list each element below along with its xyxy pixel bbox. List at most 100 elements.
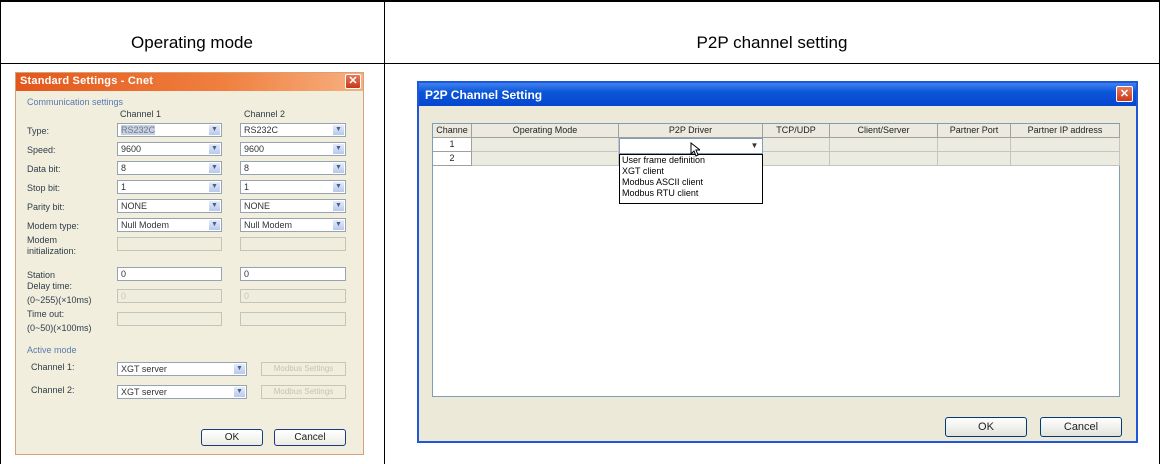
delay-label-2: (0~255)(×10ms) (27, 295, 92, 305)
p2p-channel-grid: Channe Operating Mode P2P Driver TCP/UDP… (432, 123, 1120, 397)
title-bar: P2P Channel Setting ✕ (419, 83, 1136, 106)
station-label: Station (27, 270, 56, 280)
ch1-modbus-settings-button[interactable]: Modbus Settings (261, 362, 346, 376)
column-header-tcp-udp: TCP/UDP (763, 124, 830, 138)
chevron-down-icon: ▼ (209, 125, 220, 135)
ch1-timeout-field[interactable] (117, 312, 222, 326)
active-ch1-label: Channel 1: (31, 362, 75, 372)
row2-client-server-cell[interactable] (830, 152, 938, 166)
chevron-down-icon: ▼ (209, 163, 220, 173)
ch2-modbus-settings-button[interactable]: Modbus Settings (261, 385, 346, 399)
modem-init-label-2: initialization: (27, 246, 77, 256)
ok-button[interactable]: OK (945, 417, 1027, 437)
chevron-down-icon: ▼ (234, 387, 245, 397)
speed-label: Speed: (27, 145, 56, 155)
timeout-label-2: (0~50)(×100ms) (27, 323, 92, 333)
table-border-left (0, 1, 1, 464)
column-header-client-server: Client/Server (830, 124, 938, 138)
row1-partner-ip-cell[interactable] (1011, 138, 1120, 152)
title-bar: Standard Settings - Cnet ✕ (16, 73, 363, 91)
ch1-speed-select[interactable]: 9600 ▼ (117, 142, 222, 156)
ch1-stop-bit-select[interactable]: 1 ▼ (117, 180, 222, 194)
ch2-modem-select[interactable]: Null Modem ▼ (240, 218, 346, 232)
ch2-timeout-field[interactable] (240, 312, 346, 326)
dropdown-option-modbus-ascii[interactable]: Modbus ASCII client (620, 177, 762, 188)
chevron-down-icon: ▼ (748, 140, 761, 152)
row2-operating-mode-cell[interactable] (472, 152, 619, 166)
ok-button[interactable]: OK (201, 429, 263, 446)
table-border-top (0, 1, 1160, 2)
ch2-modem-init-field[interactable] (240, 237, 346, 251)
row2-partner-port-cell[interactable] (938, 152, 1011, 166)
close-icon[interactable]: ✕ (1116, 86, 1133, 102)
mouse-cursor-icon (690, 142, 700, 157)
row1-operating-mode-cell[interactable] (472, 138, 619, 152)
chevron-down-icon: ▼ (209, 220, 220, 230)
active-ch2-select[interactable]: XGT server ▼ (117, 385, 247, 399)
ch1-modem-init-field[interactable] (117, 237, 222, 251)
row1-tcp-udp-cell[interactable] (763, 138, 830, 152)
row1-partner-port-cell[interactable] (938, 138, 1011, 152)
column-header-operating-mode: Operating Mode (472, 124, 619, 138)
ch2-type-select[interactable]: RS232C ▼ (240, 123, 346, 137)
header-p2p-channel-setting: P2P channel setting (696, 33, 848, 52)
timeout-label-1: Time out: (27, 309, 65, 319)
column-header-channel: Channe (433, 124, 472, 138)
header-operating-mode: Operating mode (131, 33, 253, 52)
active-ch1-select[interactable]: XGT server ▼ (117, 362, 247, 376)
row2-tcp-udp-cell[interactable] (763, 152, 830, 166)
ch1-type-select[interactable]: RS232C ▼ (117, 123, 222, 137)
ch1-modem-select[interactable]: Null Modem ▼ (117, 218, 222, 232)
parity-bit-label: Parity bit: (27, 202, 65, 212)
ch1-parity-select[interactable]: NONE ▼ (117, 199, 222, 213)
window-title: Standard Settings - Cnet (20, 75, 154, 87)
ch2-parity-select[interactable]: NONE ▼ (240, 199, 346, 213)
active-ch2-label: Channel 2: (31, 385, 75, 395)
p2p-channel-setting-window: P2P Channel Setting ✕ Channe Operating M… (417, 81, 1138, 443)
communication-settings-group: Communication settings (27, 97, 124, 107)
data-bit-label: Data bit: (27, 164, 61, 174)
row1-client-server-cell[interactable] (830, 138, 938, 152)
chevron-down-icon: ▼ (333, 125, 344, 135)
close-icon[interactable]: ✕ (345, 74, 361, 89)
table-column-divider (384, 1, 385, 464)
row-header-1: 1 (433, 138, 472, 152)
channel1-header: Channel 1 (120, 109, 162, 119)
chevron-down-icon: ▼ (333, 144, 344, 154)
active-mode-group: Active mode (27, 345, 77, 355)
modem-init-label-1: Modem (27, 235, 58, 245)
chevron-down-icon: ▼ (333, 163, 344, 173)
ch2-stop-bit-select[interactable]: 1 ▼ (240, 180, 346, 194)
column-header-partner-ip: Partner IP address (1011, 124, 1120, 138)
chevron-down-icon: ▼ (333, 201, 344, 211)
chevron-down-icon: ▼ (333, 220, 344, 230)
chevron-down-icon: ▼ (209, 201, 220, 211)
row2-partner-ip-cell[interactable] (1011, 152, 1120, 166)
ch2-data-bit-select[interactable]: 8 ▼ (240, 161, 346, 175)
dropdown-option-xgt-client[interactable]: XGT client (620, 166, 762, 177)
standard-settings-window: Standard Settings - Cnet ✕ Communication… (15, 72, 364, 455)
chevron-down-icon: ▼ (209, 182, 220, 192)
ch2-station-field[interactable]: 0 (240, 267, 346, 281)
ch1-data-bit-select[interactable]: 8 ▼ (117, 161, 222, 175)
dropdown-option-modbus-rtu[interactable]: Modbus RTU client (620, 188, 762, 199)
chevron-down-icon: ▼ (209, 144, 220, 154)
ch1-delay-field[interactable]: 0 (117, 289, 222, 303)
row-header-2: 2 (433, 152, 472, 166)
column-header-partner-port: Partner Port (938, 124, 1011, 138)
window-title: P2P Channel Setting (425, 88, 543, 102)
chevron-down-icon: ▼ (333, 182, 344, 192)
cancel-button[interactable]: Cancel (274, 429, 346, 446)
ch1-station-field[interactable]: 0 (117, 267, 222, 281)
delay-label-1: Delay time: (27, 281, 73, 291)
type-label: Type: (27, 126, 50, 136)
table-header-divider (0, 63, 1160, 64)
cancel-button[interactable]: Cancel (1040, 417, 1122, 437)
modem-type-label: Modem type: (27, 221, 80, 231)
channel2-header: Channel 2 (244, 109, 286, 119)
stop-bit-label: Stop bit: (27, 183, 61, 193)
column-header-p2p-driver: P2P Driver (619, 124, 763, 138)
chevron-down-icon: ▼ (234, 364, 245, 374)
ch2-delay-field[interactable]: 0 (240, 289, 346, 303)
ch2-speed-select[interactable]: 9600 ▼ (240, 142, 346, 156)
